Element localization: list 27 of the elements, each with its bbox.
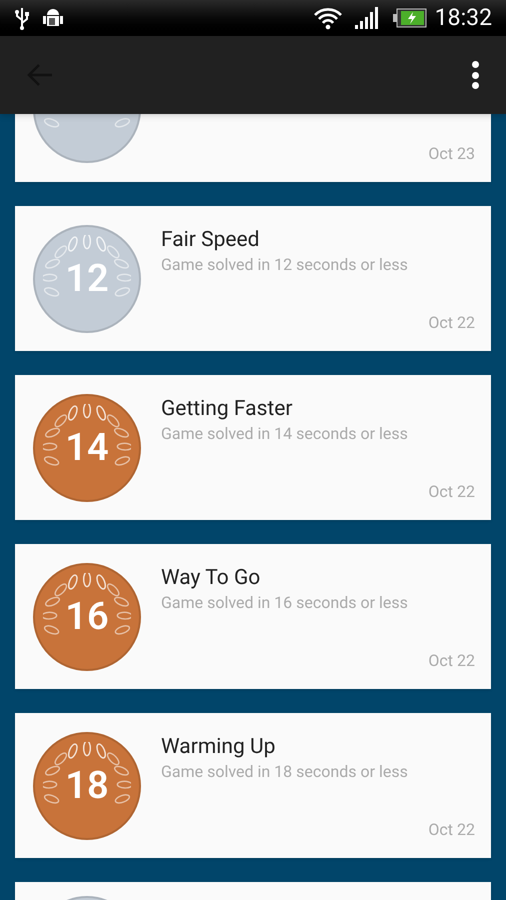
achievement-date: Oct 22 [428,312,475,334]
achievement-description: Game solved in 12 seconds or less [161,254,408,276]
achievement-date: Oct 22 [428,481,475,503]
signal-icon [354,7,381,29]
achievement-description: Game solved in 18 seconds or less [161,761,408,783]
clock-time: 18:32 [434,2,492,33]
achievement-description: Game solved in 16 seconds or less [161,592,408,614]
achievement-title: Fair Speed [161,227,260,254]
more-options-button[interactable] [470,61,480,89]
achievement-title: Way To Go [161,565,262,592]
achievement-date: Oct 22 [428,819,475,841]
achievement-card[interactable]: 14 Getting Faster Game solved in 14 seconds or less Oct 22 [15,375,491,520]
achievement-title: Getting Faster [161,396,294,423]
achievement-card[interactable]: 12 Fair Speed Game solved in 12 seconds or less Oct 22 [15,206,491,351]
achievement-title: Warming Up [161,734,276,761]
medal-number: 12 [65,260,109,298]
medal-number: 18 [65,766,109,804]
achievement-date: Oct 23 [428,143,475,165]
achievement-description: Game solved in 14 seconds or less [161,423,408,445]
medal-number: 16 [65,598,109,636]
medal-number: 14 [65,428,109,466]
achievement-date: Oct 22 [428,650,475,672]
achievement-card[interactable]: 16 Way To Go Game solved in 16 seconds or less Oct 22 [15,544,491,689]
usb-icon [14,6,30,30]
wifi-icon [312,6,343,30]
battery-icon [392,8,427,28]
achievement-card[interactable]: 18 Warming Up Game solved in 18 seconds or less Oct 22 [15,713,491,858]
